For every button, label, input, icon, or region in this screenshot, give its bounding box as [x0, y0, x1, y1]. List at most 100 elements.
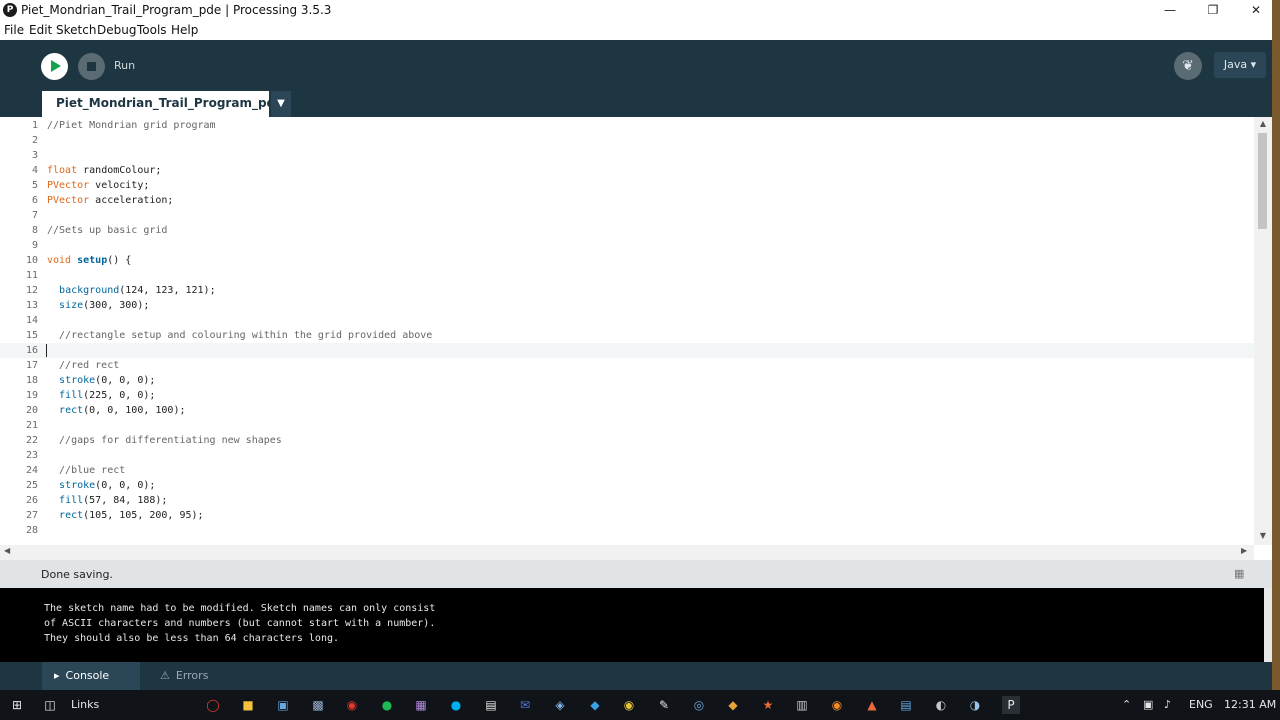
code-text: float randomColour;	[47, 165, 162, 176]
menu-tools[interactable]: Tools	[137, 23, 167, 37]
code-line[interactable]: 24 //blue rect	[0, 463, 1254, 478]
clock[interactable]: 12:31 AM	[1224, 698, 1276, 711]
copy-icon[interactable]: ▦	[1234, 567, 1244, 580]
scroll-right-icon[interactable]: ▶	[1241, 546, 1247, 555]
network-icon[interactable]: ▣	[1143, 698, 1153, 711]
skype-icon[interactable]: ●	[447, 696, 465, 714]
editor-vertical-scrollbar[interactable]: ▲ ▼	[1254, 117, 1272, 545]
code-line[interactable]: 6 PVector acceleration;	[0, 193, 1254, 208]
menu-debug[interactable]: Debug	[97, 23, 136, 37]
code-line[interactable]: 13 size(300, 300);	[0, 298, 1254, 313]
code-line[interactable]: 11	[0, 268, 1254, 283]
code-line[interactable]: 23	[0, 448, 1254, 463]
code-line[interactable]: 19 fill(225, 0, 0);	[0, 388, 1254, 403]
code-line[interactable]: 14	[0, 313, 1254, 328]
code-line[interactable]: 2	[0, 133, 1254, 148]
code-line[interactable]: 17 //red rect	[0, 358, 1254, 373]
line-number: 11	[25, 270, 38, 281]
code-line[interactable]: 22 //gaps for differentiating new shapes	[0, 433, 1254, 448]
file-explorer-icon[interactable]: ■	[239, 696, 257, 714]
code-text: //Sets up basic grid	[47, 225, 168, 236]
menu-sketch[interactable]: Sketch	[56, 23, 96, 37]
code-line[interactable]: 1 //Piet Mondrian grid program	[0, 118, 1254, 133]
code-line[interactable]: 7	[0, 208, 1254, 223]
app-icon[interactable]: ◈	[551, 696, 569, 714]
code-line[interactable]: 20 rect(0, 0, 100, 100);	[0, 403, 1254, 418]
document-icon[interactable]: ▤	[482, 696, 500, 714]
window-app-icon[interactable]: ▩	[309, 696, 327, 714]
app-icon[interactable]: ◐	[932, 696, 950, 714]
console-scrollbar[interactable]	[1264, 588, 1272, 662]
windows-start-icon[interactable]: ⊞	[8, 696, 26, 714]
app-icon[interactable]: ★	[759, 696, 777, 714]
stop-button[interactable]	[78, 53, 105, 80]
code-line[interactable]: 3	[0, 148, 1254, 163]
app-icon[interactable]: ◆	[724, 696, 742, 714]
chrome-icon[interactable]: ◉	[343, 696, 361, 714]
line-number: 28	[25, 525, 38, 536]
code-line[interactable]: 27 rect(105, 105, 200, 95);	[0, 508, 1254, 523]
code-line[interactable]: 28	[0, 523, 1254, 538]
butterfly-icon[interactable]: ❦	[1174, 52, 1202, 80]
code-line[interactable]: 9	[0, 238, 1254, 253]
sketch-tab[interactable]: Piet_Mondrian_Trail_Program_pde	[42, 91, 283, 117]
footer-tabs: ▸ Console ⚠ Errors	[0, 662, 1272, 690]
chevron-up-icon[interactable]: ⌃	[1122, 698, 1131, 711]
code-line[interactable]: 8 //Sets up basic grid	[0, 223, 1254, 238]
volume-icon[interactable]: ♪	[1164, 698, 1171, 711]
restore-button[interactable]: ❐	[1193, 0, 1233, 21]
scroll-thumb[interactable]	[1258, 133, 1267, 229]
minimize-button[interactable]: —	[1150, 0, 1190, 21]
app-icon[interactable]: ▲	[863, 696, 881, 714]
app-icon[interactable]: ▤	[897, 696, 915, 714]
mail-icon[interactable]: ✉	[516, 696, 534, 714]
tab-errors-label: Errors	[175, 669, 209, 682]
run-button[interactable]	[41, 53, 68, 80]
code-editor[interactable]: 1//Piet Mondrian grid program 2 3 4 float ra…	[0, 117, 1254, 545]
close-button[interactable]: ✕	[1236, 0, 1276, 21]
tab-menu-arrow[interactable]: ▼	[271, 91, 291, 117]
line-number: 20	[25, 405, 38, 416]
opera-icon[interactable]: ◯	[204, 696, 222, 714]
code-line[interactable]: 5 PVector velocity;	[0, 178, 1254, 193]
console-output[interactable]: The sketch name had to be modified. Sket…	[0, 588, 1264, 662]
code-line[interactable]: 18 stroke(0, 0, 0);	[0, 373, 1254, 388]
line-number: 24	[25, 465, 38, 476]
scroll-down-icon[interactable]: ▼	[1254, 531, 1272, 540]
tab-console[interactable]: ▸ Console	[42, 662, 140, 690]
notepad-icon[interactable]: ▣	[274, 696, 292, 714]
code-line[interactable]: 4 float randomColour;	[0, 163, 1254, 178]
pen-icon[interactable]: ✎	[655, 696, 673, 714]
code-text: stroke(0, 0, 0);	[59, 375, 156, 386]
current-code-line[interactable]: 16	[0, 343, 1254, 358]
code-line[interactable]: 25 stroke(0, 0, 0);	[0, 478, 1254, 493]
code-line[interactable]: 12 background(124, 123, 121);	[0, 283, 1254, 298]
menu-bar: File Edit Sketch Debug Tools Help	[0, 21, 1272, 41]
scroll-up-icon[interactable]: ▲	[1254, 119, 1272, 128]
editor-horizontal-scrollbar[interactable]: ◀ ▶	[0, 545, 1254, 560]
steam-icon[interactable]: ◑	[966, 696, 984, 714]
code-line[interactable]: 21	[0, 418, 1254, 433]
app-icon[interactable]: ◎	[690, 696, 708, 714]
menu-help[interactable]: Help	[171, 23, 198, 37]
mode-selector[interactable]: Java ▾	[1214, 52, 1266, 78]
code-line[interactable]: 15 //rectangle setup and colouring withi…	[0, 328, 1254, 343]
scroll-left-icon[interactable]: ◀	[4, 546, 10, 555]
status-message: Done saving.	[41, 568, 113, 581]
code-line[interactable]: 10 void setup() {	[0, 253, 1254, 268]
chrome-icon[interactable]: ◉	[620, 696, 638, 714]
processing-taskbar-icon[interactable]: P	[1002, 696, 1020, 714]
language-indicator[interactable]: ENG	[1189, 698, 1213, 711]
app-icon[interactable]: ▥	[793, 696, 811, 714]
code-line[interactable]: 26 fill(57, 84, 188);	[0, 493, 1254, 508]
blender-icon[interactable]: ◉	[828, 696, 846, 714]
links-toolbar[interactable]: Links	[71, 698, 99, 711]
spotify-icon[interactable]: ●	[378, 696, 396, 714]
menu-file[interactable]: File	[4, 23, 24, 37]
tab-errors[interactable]: ⚠ Errors	[148, 662, 218, 690]
menu-edit[interactable]: Edit	[29, 23, 52, 37]
task-view-icon[interactable]: ◫	[41, 696, 59, 714]
app-icon[interactable]: ◆	[586, 696, 604, 714]
line-number: 17	[25, 360, 38, 371]
app-icon[interactable]: ▦	[412, 696, 430, 714]
